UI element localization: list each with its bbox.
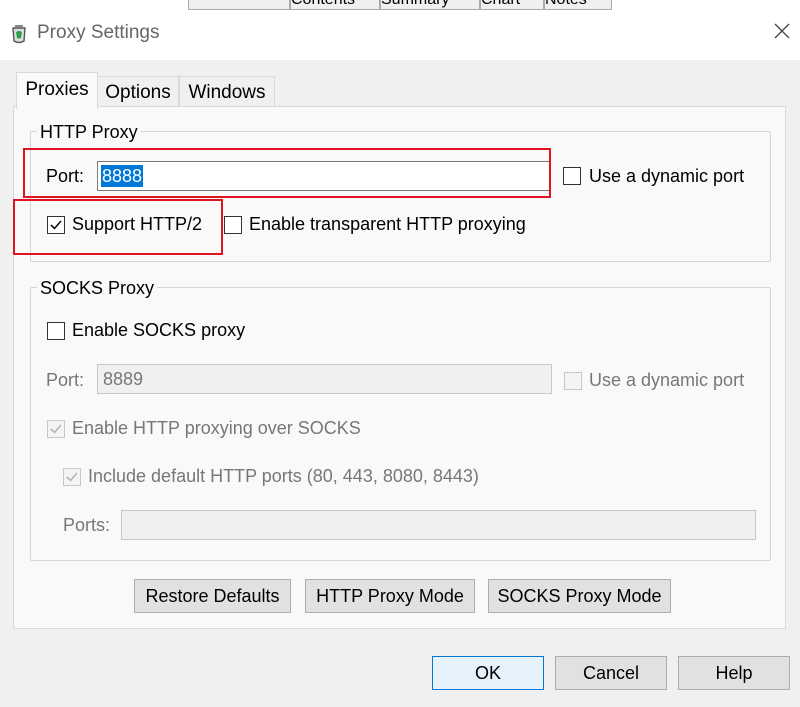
restore-defaults-button[interactable]: Restore Defaults bbox=[134, 579, 291, 613]
include-default-ports-checkbox[interactable] bbox=[63, 468, 81, 486]
socks-dynamic-port-label: Use a dynamic port bbox=[589, 370, 745, 390]
include-default-ports-label: Include default HTTP ports (80, 443, 808… bbox=[88, 466, 479, 486]
http-dynamic-port-checkbox[interactable] bbox=[563, 167, 581, 185]
socks-port-input[interactable]: 8889 bbox=[97, 364, 552, 394]
ok-button[interactable]: OK bbox=[432, 656, 544, 690]
socks-port-label: Port: bbox=[46, 370, 85, 390]
checkmark-icon bbox=[66, 472, 78, 482]
background-tab-chart: Chart bbox=[480, 0, 544, 10]
enable-socks-label: Enable SOCKS proxy bbox=[72, 320, 246, 340]
http-over-socks-label: Enable HTTP proxying over SOCKS bbox=[72, 418, 361, 438]
http-over-socks-checkbox[interactable] bbox=[47, 420, 65, 438]
window-title: Proxy Settings bbox=[37, 22, 160, 43]
http-proxy-legend: HTTP Proxy bbox=[37, 122, 141, 143]
checkmark-icon bbox=[50, 424, 62, 434]
background-window-strip: Contents Summary Chart Notes bbox=[0, 0, 800, 10]
tab-proxies[interactable]: Proxies bbox=[16, 72, 98, 109]
help-button[interactable]: Help bbox=[678, 656, 790, 690]
tab-options[interactable]: Options bbox=[97, 76, 179, 107]
socks-port-value: 8889 bbox=[103, 369, 144, 389]
background-divider bbox=[188, 0, 290, 10]
highlight-port-box bbox=[23, 148, 551, 198]
background-tab-notes: Notes bbox=[544, 0, 612, 10]
tab-windows[interactable]: Windows bbox=[179, 76, 275, 107]
background-tab-contents: Contents bbox=[290, 0, 380, 10]
socks-dynamic-port-checkbox[interactable] bbox=[564, 372, 582, 390]
http-proxy-mode-button[interactable]: HTTP Proxy Mode bbox=[305, 579, 475, 613]
transparent-proxy-label: Enable transparent HTTP proxying bbox=[249, 214, 526, 234]
cancel-button[interactable]: Cancel bbox=[555, 656, 667, 690]
socks-proxy-mode-button[interactable]: SOCKS Proxy Mode bbox=[488, 579, 671, 613]
enable-socks-checkbox[interactable] bbox=[47, 322, 65, 340]
socks-proxy-legend: SOCKS Proxy bbox=[37, 278, 158, 299]
ports-label: Ports: bbox=[63, 515, 111, 535]
ports-input[interactable] bbox=[121, 510, 756, 540]
http-dynamic-port-label: Use a dynamic port bbox=[589, 166, 745, 186]
close-icon[interactable] bbox=[769, 18, 795, 44]
fiddler-app-icon bbox=[12, 25, 26, 44]
background-tab-summary: Summary bbox=[380, 0, 480, 10]
transparent-proxy-checkbox[interactable] bbox=[224, 216, 242, 234]
highlight-http2-box bbox=[13, 199, 223, 255]
